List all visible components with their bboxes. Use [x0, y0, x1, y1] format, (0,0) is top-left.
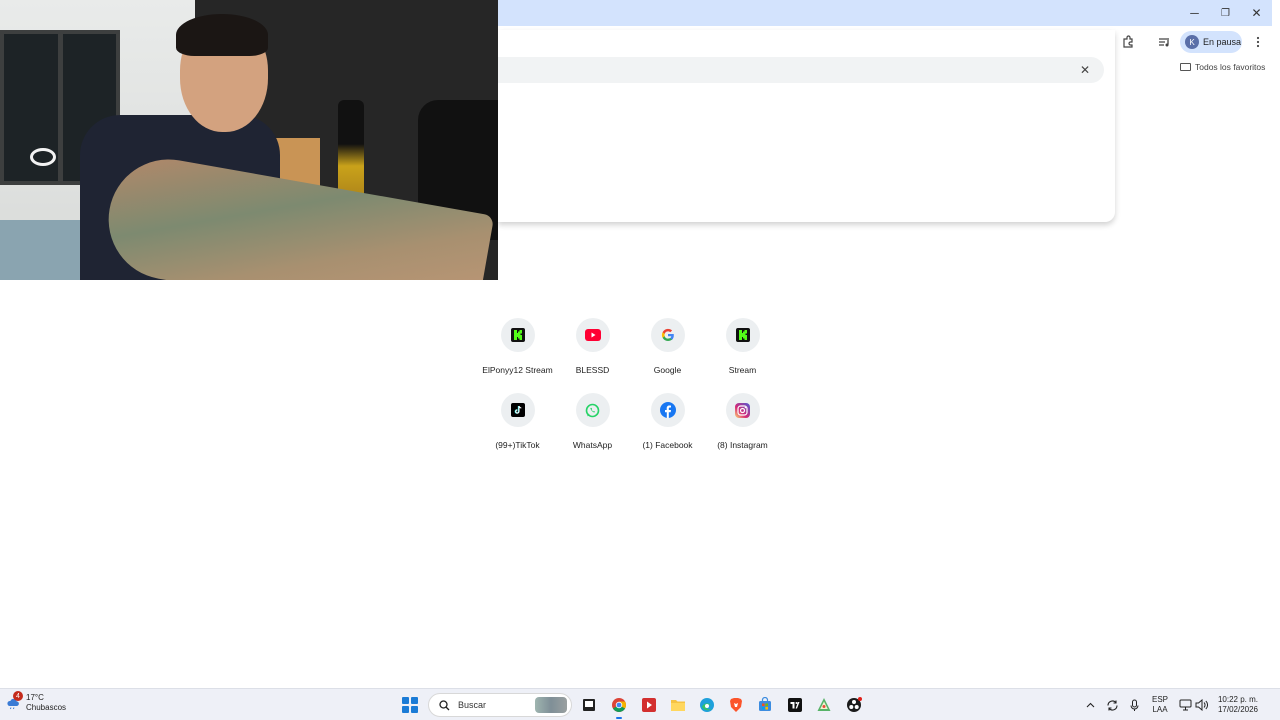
folder-icon[interactable] [668, 695, 688, 715]
search-placeholder: Buscar [458, 700, 487, 710]
shortcut-tile[interactable]: Google [630, 315, 705, 379]
clear-input-button[interactable]: ✕ [1076, 61, 1094, 79]
webcam-person-hair [176, 14, 268, 56]
media-controls-icon[interactable] [1154, 32, 1174, 52]
taskbar-search-input[interactable]: Buscar [428, 693, 572, 717]
clock-time: 10:22 p. m. [1217, 695, 1259, 704]
shortcut-tile[interactable]: BLESSD [555, 315, 630, 379]
clock-date: 17/02/2026 [1217, 705, 1259, 714]
omnibox-dropdown: ✕ [498, 30, 1115, 222]
shortcut-label: (8) Instagram [717, 440, 768, 450]
network-icon[interactable] [1179, 689, 1192, 720]
streaming-app-icon[interactable] [639, 695, 659, 715]
webcam-overlay [0, 0, 498, 280]
shortcut-tile[interactable]: (99+)TikTok [480, 390, 555, 454]
obs-icon[interactable] [844, 695, 864, 715]
windows-logo-icon [411, 697, 418, 704]
windows-logo-icon [402, 706, 409, 713]
shortcut-tile[interactable]: ElPonyy12 Stream [480, 315, 555, 379]
webcam-ring-light [30, 148, 56, 166]
address-bar-input[interactable]: ✕ [498, 57, 1104, 83]
profile-status: En pausa [1203, 37, 1242, 47]
instagram-icon [735, 402, 751, 418]
all-bookmarks-label: Todos los favoritos [1195, 62, 1266, 72]
microphone-icon[interactable] [1130, 689, 1139, 720]
webcam-window-frame [58, 30, 63, 185]
chrome-icon[interactable] [609, 695, 629, 719]
folder-icon [1180, 63, 1191, 71]
shortcut-tile[interactable]: (1) Facebook [630, 390, 705, 454]
whatsapp-icon [585, 402, 601, 418]
shortcut-label: (99+)TikTok [495, 440, 540, 450]
file-explorer-icon[interactable] [579, 695, 599, 715]
taskbar: 4 17°C Chubascos Buscar ESP LAA 10:22 p.… [0, 688, 1280, 720]
search-icon [439, 699, 450, 710]
shortcut-label: (1) Facebook [642, 440, 693, 450]
all-bookmarks-button[interactable]: Todos los favoritos [1180, 60, 1265, 74]
kick-icon [510, 327, 526, 343]
windows-logo-icon [411, 706, 418, 713]
minimize-button[interactable]: ─ [1179, 0, 1210, 26]
shortcut-tile[interactable]: Stream [705, 315, 780, 379]
close-window-button[interactable]: ✕ [1241, 0, 1272, 26]
desktop-screen: ─ ❐ ✕ K En pausa Todos los favoritos ✕ E… [0, 0, 1280, 720]
shortcut-label: BLESSD [575, 365, 610, 375]
profile-chip[interactable]: K En pausa [1180, 31, 1242, 53]
input-language-indicator[interactable]: ESP LAA [1152, 689, 1168, 720]
weather-temperature: 17°C [26, 693, 44, 702]
windows-logo-icon [402, 697, 409, 704]
sync-icon[interactable] [1106, 689, 1119, 720]
shortcuts-grid: ElPonyy12 Stream BLESSD Google Stream (9… [480, 315, 780, 454]
notification-badge: 4 [13, 691, 23, 701]
active-indicator [616, 717, 622, 719]
maps-icon[interactable] [814, 695, 834, 715]
keyboard-layout: LAA [1152, 705, 1168, 714]
close-icon: ✕ [1079, 63, 1091, 77]
clock[interactable]: 10:22 p. m. 17/02/2026 [1214, 689, 1262, 720]
volume-icon[interactable] [1195, 689, 1208, 720]
restore-button[interactable]: ❐ [1210, 0, 1241, 26]
language-code: ESP [1152, 695, 1169, 704]
store-icon[interactable] [755, 695, 775, 715]
weather-condition: Chubascos [26, 703, 67, 712]
extensions-icon[interactable] [1118, 32, 1138, 52]
shortcut-label: Google [653, 365, 682, 375]
start-button[interactable] [402, 697, 418, 713]
google-icon [660, 327, 676, 343]
tiktok-icon [510, 402, 526, 418]
shortcut-tile[interactable]: (8) Instagram [705, 390, 780, 454]
search-highlight-image [535, 697, 567, 713]
shortcut-label: Stream [728, 365, 757, 375]
shortcut-label: ElPonyy12 Stream [482, 365, 553, 375]
edge-icon[interactable] [697, 695, 717, 715]
weather-icon: 4 [6, 691, 23, 710]
tradingview-icon[interactable] [785, 695, 805, 715]
facebook-icon [659, 402, 676, 418]
more-options-icon[interactable] [1248, 32, 1268, 52]
brave-icon[interactable] [726, 695, 746, 715]
kick-icon [735, 327, 751, 343]
shortcut-tile[interactable]: WhatsApp [555, 390, 630, 454]
weather-widget[interactable]: 4 17°C Chubascos [6, 691, 67, 713]
avatar: K [1185, 35, 1199, 49]
show-hidden-icons-button[interactable] [1086, 689, 1095, 720]
shortcut-label: WhatsApp [572, 440, 613, 450]
chevron-up-icon [1086, 702, 1095, 708]
youtube-icon [584, 327, 601, 343]
